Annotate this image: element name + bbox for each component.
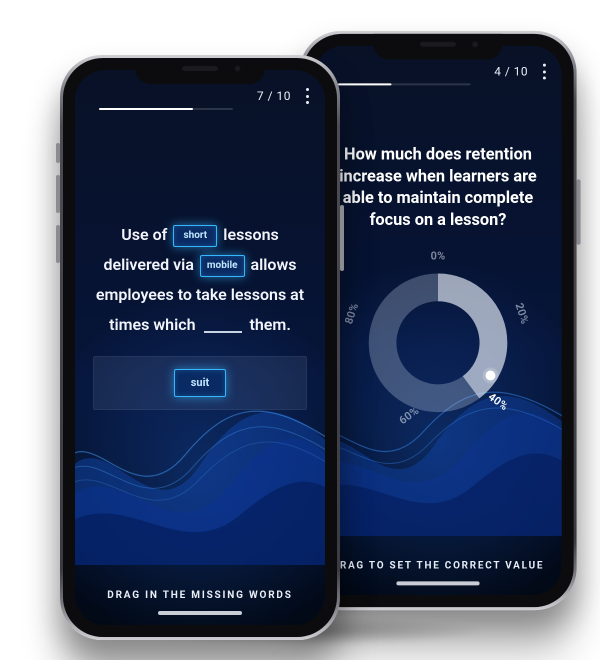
footer-instruction: DRAG TO SET THE CORRECT VALUE	[314, 561, 562, 572]
word-chip-suit[interactable]: suit	[174, 369, 226, 397]
question-text: How much does retention increase when le…	[332, 145, 544, 232]
blank-slot[interactable]	[204, 331, 242, 333]
progress-counter: 4 / 10	[494, 65, 528, 79]
screen-left: 7 / 10 Use of short lessons delivered vi…	[75, 70, 325, 625]
screen-right: 4 / 10 How much does retention increase …	[314, 46, 562, 595]
home-indicator[interactable]	[396, 581, 479, 585]
phone-right: 4 / 10 How much does retention increase …	[299, 31, 576, 610]
value-dial[interactable]: 0% 20% 40% 60% 80%	[349, 254, 527, 432]
volume-up-button	[56, 175, 60, 213]
dial-handle[interactable]	[486, 370, 496, 380]
volume-down-button	[56, 225, 60, 263]
word-chip-mobile[interactable]: mobile	[200, 255, 245, 277]
notch	[374, 34, 503, 60]
progress-track	[338, 83, 471, 85]
progress-track	[99, 108, 233, 110]
progress-counter: 7 / 10	[257, 89, 291, 103]
notch	[135, 58, 265, 84]
fill-sentence: Use of short lessons delivered via mobil…	[96, 225, 304, 334]
mute-switch	[56, 143, 60, 163]
sentence-suffix: them.	[250, 315, 291, 334]
sentence-prefix: Use of	[121, 225, 171, 244]
dial-tick-0: 0%	[431, 250, 446, 263]
home-indicator[interactable]	[158, 611, 242, 615]
kebab-menu-icon[interactable]	[301, 88, 313, 104]
kebab-menu-icon[interactable]	[538, 64, 550, 80]
word-chip-short[interactable]: short	[173, 225, 217, 247]
phone-left: 7 / 10 Use of short lessons delivered vi…	[60, 55, 340, 640]
footer-instruction: DRAG IN THE MISSING WORDS	[75, 590, 325, 601]
power-button	[340, 205, 344, 271]
word-tray[interactable]: suit	[93, 356, 307, 410]
power-button	[577, 179, 581, 244]
